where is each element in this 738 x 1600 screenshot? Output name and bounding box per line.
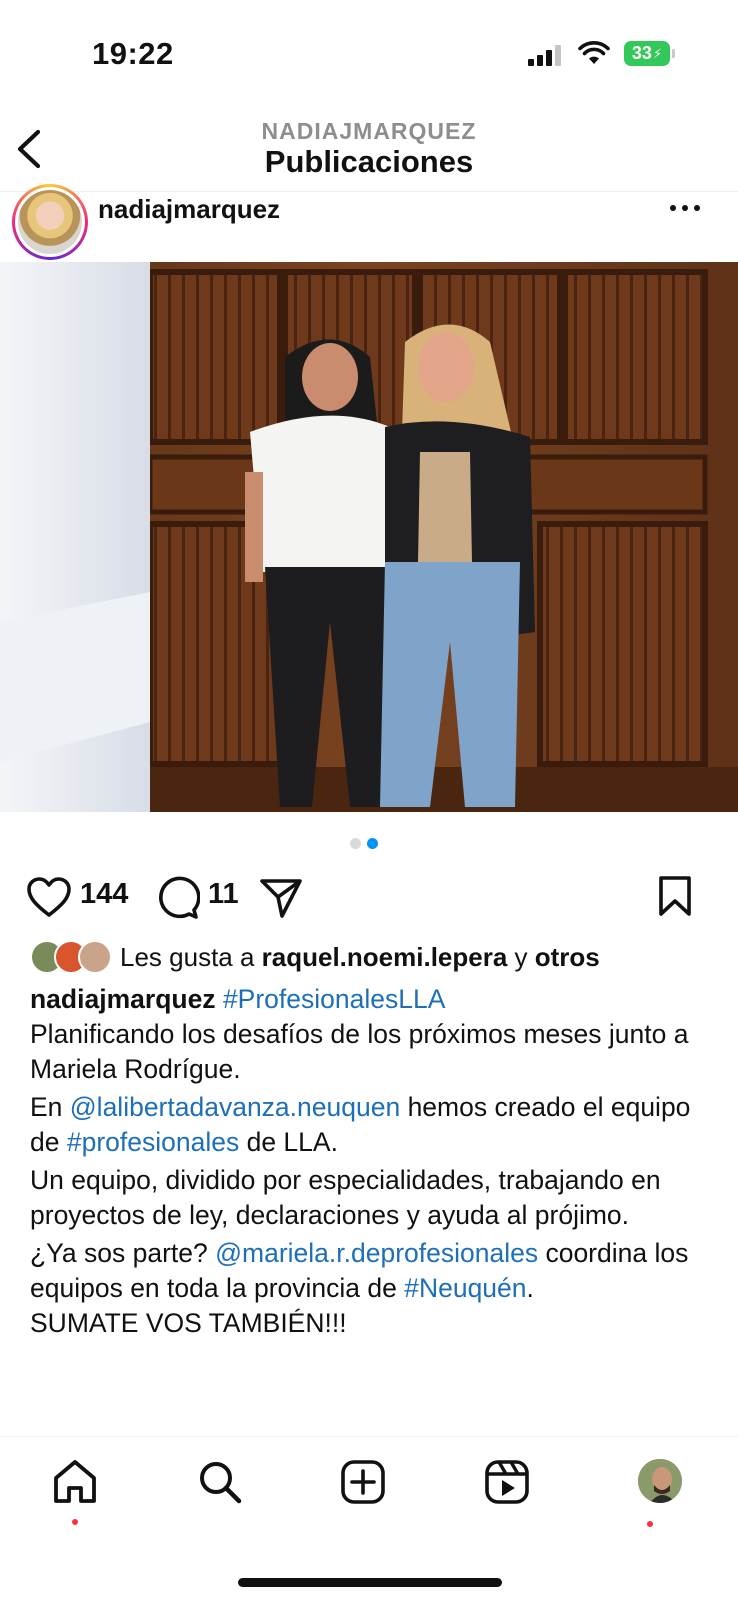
carousel-dot bbox=[350, 838, 361, 849]
caption-text: En bbox=[30, 1092, 70, 1122]
story-avatar[interactable] bbox=[12, 184, 88, 260]
carousel-dot-active bbox=[367, 838, 378, 849]
create-icon[interactable] bbox=[338, 1457, 388, 1507]
search-icon[interactable] bbox=[195, 1457, 245, 1507]
comments-count: 11 bbox=[208, 878, 239, 910]
profile-notification-dot bbox=[647, 1521, 653, 1527]
wifi-icon bbox=[578, 41, 610, 64]
liker-username[interactable]: raquel.noemi.lepera bbox=[262, 942, 508, 972]
likes-line[interactable]: Les gusta a raquel.noemi.lepera y otros bbox=[30, 940, 730, 976]
status-time: 19:22 bbox=[92, 36, 174, 71]
caption-text: . bbox=[526, 1273, 534, 1303]
page-title: Publicaciones bbox=[264, 144, 474, 179]
bottom-nav bbox=[0, 1436, 738, 1600]
caption-text: Planificando los desafíos de los próximo… bbox=[30, 1019, 689, 1084]
battery-indicator: 33 ⚡ bbox=[624, 41, 670, 66]
charging-icon: ⚡ bbox=[652, 45, 663, 61]
caption-text: SUMATE VOS TAMBIÉN!!! bbox=[30, 1308, 347, 1338]
post-photo[interactable] bbox=[0, 262, 738, 812]
caption-text: ¿Ya sos parte? bbox=[30, 1238, 216, 1268]
home-notification-dot bbox=[72, 1519, 78, 1525]
likes-prefix: Les gusta a bbox=[120, 942, 262, 972]
avatar bbox=[638, 1459, 682, 1503]
battery-nub bbox=[672, 49, 675, 58]
page-header: NADIAJMARQUEZ Publicaciones bbox=[0, 100, 738, 192]
caption-text: de LLA. bbox=[239, 1127, 338, 1157]
profile-tab-avatar[interactable] bbox=[638, 1459, 682, 1503]
reels-icon[interactable] bbox=[482, 1457, 532, 1507]
caption-username[interactable]: nadiajmarquez bbox=[30, 984, 216, 1014]
liker-avatars bbox=[30, 940, 114, 974]
likes-text: Les gusta a raquel.noemi.lepera y otros bbox=[120, 942, 600, 973]
post-header: nadiajmarquez bbox=[0, 184, 738, 262]
mention-link[interactable]: @lalibertadavanza.neuquen bbox=[70, 1092, 400, 1122]
home-icon[interactable] bbox=[50, 1457, 100, 1507]
mention-link[interactable]: @mariela.r.deprofesionales bbox=[215, 1238, 538, 1268]
post-username[interactable]: nadiajmarquez bbox=[98, 194, 280, 225]
header-account: NADIAJMARQUEZ bbox=[261, 118, 477, 144]
post-image bbox=[0, 262, 738, 812]
share-icon[interactable] bbox=[258, 876, 304, 920]
caption-text: Un equipo, dividido por especialidades, … bbox=[30, 1165, 661, 1230]
hashtag-link[interactable]: #ProfesionalesLLA bbox=[223, 984, 445, 1014]
heart-icon[interactable] bbox=[26, 876, 72, 918]
likes-middle: y bbox=[507, 942, 535, 972]
hashtag-link[interactable]: #profesionales bbox=[67, 1127, 239, 1157]
more-icon[interactable] bbox=[668, 202, 702, 214]
status-bar: 19:22 33 ⚡ bbox=[0, 0, 738, 100]
post-actions: 144 11 bbox=[0, 868, 738, 928]
likes-count: 144 bbox=[80, 878, 129, 910]
home-indicator bbox=[238, 1578, 502, 1587]
battery-level: 33 bbox=[631, 43, 652, 63]
signal-icon bbox=[528, 44, 564, 66]
avatar bbox=[78, 940, 112, 974]
avatar bbox=[18, 190, 82, 254]
carousel-indicator bbox=[350, 838, 390, 850]
comment-icon[interactable] bbox=[154, 876, 200, 920]
post-caption: nadiajmarquez #ProfesionalesLLA Planifica… bbox=[30, 982, 720, 1344]
likes-others[interactable]: otros bbox=[535, 942, 600, 972]
hashtag-link[interactable]: #Neuquén bbox=[404, 1273, 526, 1303]
bookmark-icon[interactable] bbox=[656, 874, 694, 918]
